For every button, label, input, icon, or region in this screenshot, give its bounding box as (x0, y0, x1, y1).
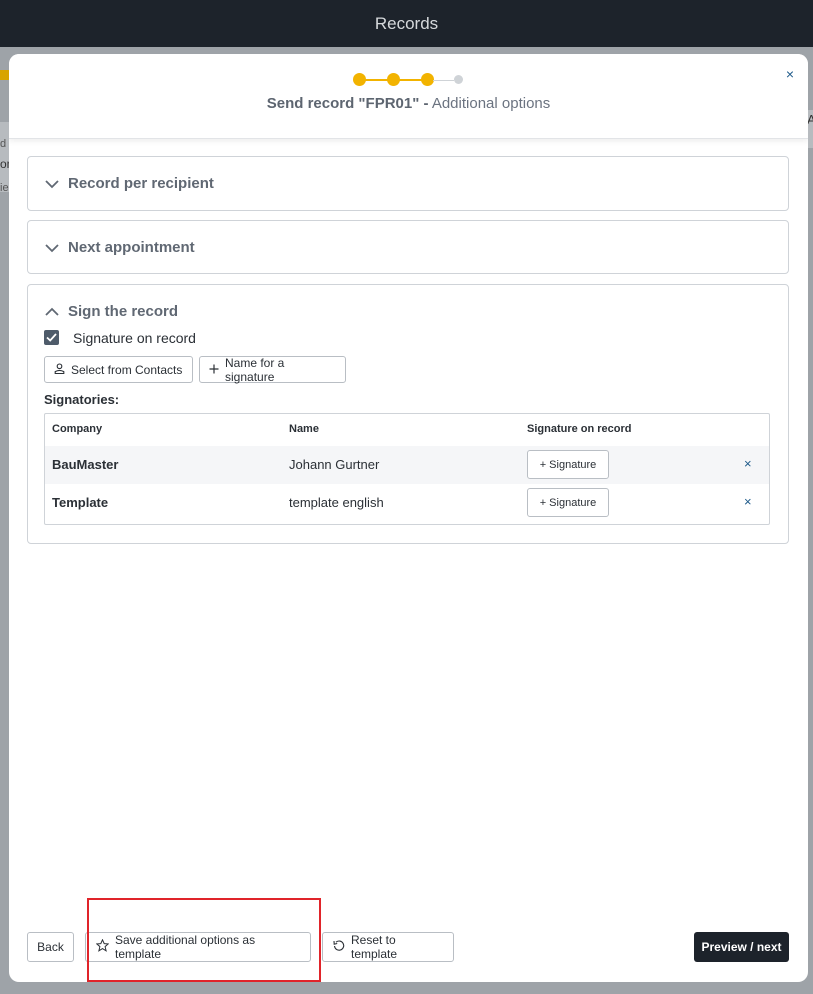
app-header: Records (0, 0, 813, 47)
send-record-dialog: Send record "FPR01" - Additional options… (9, 54, 808, 982)
chevron-down-icon (44, 240, 60, 256)
chevron-up-icon (44, 304, 60, 320)
background-text: ie (0, 182, 9, 194)
step-connector (433, 80, 454, 81)
section-title: Sign the record (68, 303, 179, 320)
close-icon[interactable]: × (786, 66, 794, 82)
section-sign-the-record: Sign the record Signature on record Sele… (27, 284, 789, 544)
button-label: Back (37, 940, 64, 954)
app-title: Records (374, 13, 439, 33)
save-as-template-button[interactable]: Save additional options as template (85, 932, 311, 962)
button-label: Name for a signature (225, 355, 285, 384)
section-title: Record per recipient (68, 175, 214, 192)
section-next-appointment[interactable]: Next appointment (27, 220, 789, 274)
step-connector (399, 79, 422, 81)
column-header-company: Company (52, 423, 103, 435)
step-connector (365, 79, 388, 81)
cell-company: Template (52, 495, 109, 510)
table-row: Template template english + Signature × (45, 484, 769, 522)
signatories-table: Company Name Signature on record BauMast… (44, 413, 770, 525)
checkbox-label: Signature on record (73, 330, 196, 346)
cell-name: Johann Gurtner (289, 457, 380, 472)
column-header-signature: Signature on record (527, 423, 632, 435)
table-row: BauMaster Johann Gurtner + Signature × (45, 446, 769, 484)
section-record-per-recipient[interactable]: Record per recipient (27, 156, 789, 211)
select-from-contacts-button[interactable]: Select from Contacts (44, 356, 193, 383)
section-title: Next appointment (68, 239, 195, 256)
signature-on-record-checkbox[interactable] (44, 330, 59, 345)
button-label: Select from Contacts (71, 362, 183, 377)
button-label: Reset to template (351, 933, 398, 961)
add-signature-button[interactable]: + Signature (527, 488, 609, 517)
dialog-title-record: Send record "FPR01" - (266, 95, 429, 112)
button-label: Save additional options as template (115, 933, 256, 961)
signatories-label: Signatories: (44, 392, 120, 407)
preview-next-button[interactable]: Preview / next (694, 932, 789, 962)
step-4-dot (454, 75, 463, 84)
chevron-down-icon (44, 176, 60, 192)
remove-icon[interactable]: × (744, 456, 752, 471)
section-header[interactable]: Next appointment (44, 239, 195, 256)
reset-icon (333, 939, 345, 955)
reset-to-template-button[interactable]: Reset to template (322, 932, 454, 962)
dialog-title-subtitle: Additional options (428, 95, 551, 112)
plus-icon (209, 363, 219, 377)
dialog-title: Send record "FPR01" - Additional options (9, 95, 808, 112)
background-text: d (0, 138, 7, 150)
cell-company: BauMaster (52, 457, 119, 472)
section-header[interactable]: Record per recipient (44, 175, 214, 192)
add-signature-button[interactable]: + Signature (527, 450, 609, 479)
star-icon (95, 938, 110, 955)
section-header[interactable]: Sign the record (44, 303, 178, 320)
cell-name: template english (289, 495, 384, 510)
back-button[interactable]: Back (27, 932, 74, 962)
remove-icon[interactable]: × (744, 494, 752, 509)
dialog-header: Send record "FPR01" - Additional options… (9, 54, 808, 139)
progress-stepper (353, 73, 473, 87)
person-icon (54, 362, 65, 377)
column-header-name: Name (289, 423, 319, 435)
name-for-signature-button[interactable]: Name for a signature (199, 355, 346, 384)
